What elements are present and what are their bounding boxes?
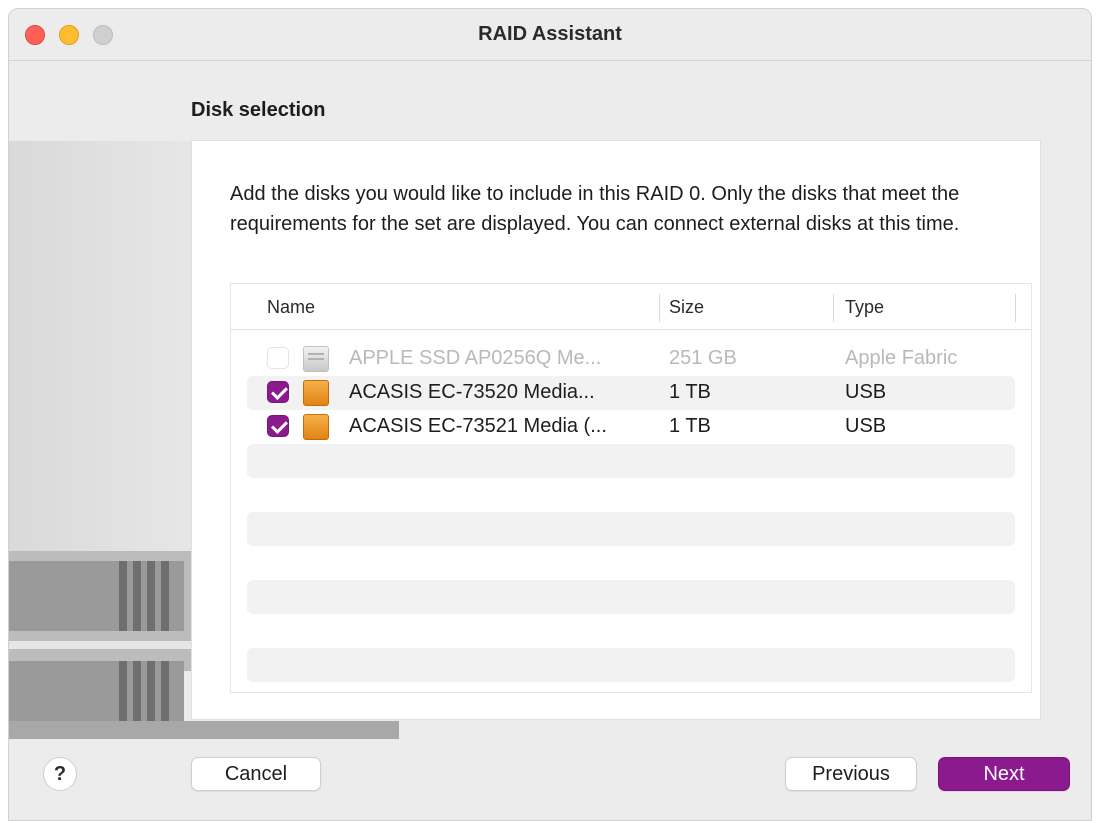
empty-table-row [247,444,1015,478]
title-bar: RAID Assistant [9,9,1091,61]
section-title: Disk selection [191,99,326,121]
table-row-apple-ssd: APPLE SSD AP0256Q Me... 251 GB Apple Fab… [247,342,1015,376]
window-title: RAID Assistant [478,23,622,45]
disk-checkbox[interactable] [267,415,289,437]
disk-name: ACASIS EC-73520 Media... [349,381,595,403]
table-header: Name Size Type [231,284,1031,330]
table-row-acasis-73521[interactable]: ACASIS EC-73521 Media (... 1 TB USB [247,410,1015,444]
disk-type: Apple Fabric [845,347,958,369]
disk-name: APPLE SSD AP0256Q Me... [349,347,602,369]
disk-name: ACASIS EC-73521 Media (... [349,415,607,437]
column-header-name[interactable]: Name [267,297,315,318]
disk-checkbox[interactable] [267,381,289,403]
column-header-type[interactable]: Type [845,297,884,318]
column-divider [1015,294,1016,322]
external-disk-icon [303,414,329,440]
column-header-size[interactable]: Size [669,297,704,318]
disk-size: 1 TB [669,415,711,437]
external-disk-icon [303,380,329,406]
raid-assistant-window: RAID Assistant Disk selection Add the di… [8,8,1092,821]
column-divider [659,294,660,322]
empty-table-row [247,512,1015,546]
disk-size: 1 TB [669,381,711,403]
disk-size: 251 GB [669,347,737,369]
previous-button[interactable]: Previous [785,757,917,791]
disk-type: USB [845,415,887,437]
cancel-button[interactable]: Cancel [191,757,321,791]
description-text: Add the disks you would like to include … [230,183,960,235]
disk-type: USB [845,381,887,403]
disk-checkbox [267,347,289,369]
internal-disk-icon [303,346,329,372]
empty-table-row [247,648,1015,682]
next-button[interactable]: Next [938,757,1070,791]
empty-table-row [247,580,1015,614]
disk-selection-panel: Add the disks you would like to include … [191,140,1041,720]
table-row-acasis-73520[interactable]: ACASIS EC-73520 Media... 1 TB USB [247,376,1015,410]
column-divider [833,294,834,322]
disk-table: Name Size Type APPLE SSD AP0256Q Me... 2… [230,283,1032,693]
help-button[interactable]: ? [43,757,77,791]
